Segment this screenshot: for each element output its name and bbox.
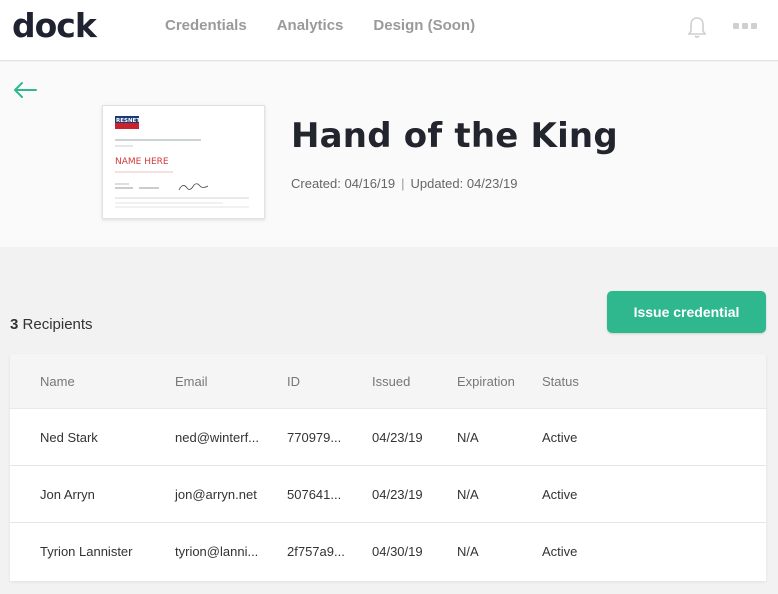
recipient-name: Jon Arryn	[40, 487, 95, 502]
credential-dates: Created: 04/16/19 | Updated: 04/23/19	[291, 176, 517, 191]
recipient-name: Tyrion Lannister	[40, 544, 133, 559]
recipient-email: jon@arryn.net	[175, 487, 257, 502]
credential-title: Hand of the King	[291, 116, 618, 156]
svg-text:RESNET: RESNET	[116, 118, 140, 124]
column-status[interactable]: Status	[542, 374, 579, 389]
recipient-issued: 04/23/19	[372, 487, 423, 502]
column-issued[interactable]: Issued	[372, 374, 410, 389]
column-expiration[interactable]: Expiration	[457, 374, 515, 389]
created-date: Created: 04/16/19	[291, 176, 396, 191]
top-bar: dock Credentials Analytics Design (Soon)	[0, 0, 778, 61]
nav-credentials[interactable]: Credentials	[165, 17, 247, 34]
column-id[interactable]: ID	[287, 374, 300, 389]
recipient-status: Active	[542, 487, 578, 502]
table-row[interactable]: Ned Stark ned@winterf... 770979... 04/23…	[10, 409, 766, 466]
svg-text:dock: dock	[12, 7, 98, 45]
recipient-status: Active	[542, 430, 578, 445]
column-name[interactable]: Name	[40, 374, 75, 389]
back-arrow-icon[interactable]	[12, 80, 38, 100]
table-row[interactable]: Jon Arryn jon@arryn.net 507641... 04/23/…	[10, 466, 766, 523]
certificate-preview: RESNET NAME HERE	[115, 116, 249, 208]
recipient-email: ned@winterf...	[175, 430, 260, 445]
dock-logo[interactable]: dock	[12, 7, 102, 47]
recipients-number: 3	[10, 316, 19, 333]
bell-icon[interactable]	[686, 15, 708, 39]
recipient-id: 770979...	[287, 430, 342, 445]
recipients-table: Name Email ID Issued Expiration Status N…	[10, 354, 766, 581]
recipient-expiration: N/A	[457, 430, 479, 445]
recipient-issued: 04/30/19	[372, 544, 423, 559]
updated-date: Updated: 04/23/19	[410, 176, 518, 191]
column-email[interactable]: Email	[175, 374, 208, 389]
recipient-id: 507641...	[287, 487, 342, 502]
recipient-status: Active	[542, 544, 578, 559]
table-header: Name Email ID Issued Expiration Status	[10, 354, 766, 409]
recipient-issued: 04/23/19	[372, 430, 423, 445]
more-icon[interactable]	[733, 23, 757, 29]
recipient-expiration: N/A	[457, 544, 479, 559]
date-separator: |	[401, 176, 405, 191]
credential-thumbnail[interactable]: RESNET NAME HERE	[102, 105, 265, 219]
recipients-label: Recipients	[22, 316, 93, 333]
nav-analytics[interactable]: Analytics	[277, 17, 344, 34]
recipient-id: 2f757a9...	[287, 544, 345, 559]
issue-credential-button[interactable]: Issue credential	[607, 291, 766, 333]
recipient-expiration: N/A	[457, 487, 479, 502]
svg-text:NAME HERE: NAME HERE	[115, 157, 169, 167]
recipients-count: 3 Recipients	[10, 316, 93, 333]
table-row[interactable]: Tyrion Lannister tyrion@lanni... 2f757a9…	[10, 523, 766, 580]
main-nav: Credentials Analytics Design (Soon)	[165, 17, 505, 34]
nav-design[interactable]: Design (Soon)	[373, 17, 475, 34]
recipient-name: Ned Stark	[40, 430, 98, 445]
recipient-email: tyrion@lanni...	[175, 544, 259, 559]
